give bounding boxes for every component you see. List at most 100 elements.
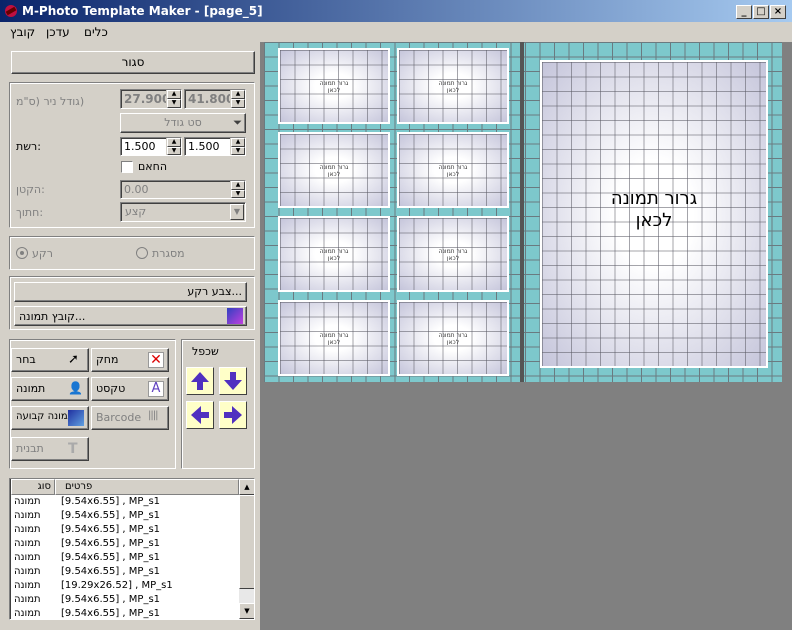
template-tool-label: תבנית xyxy=(16,442,44,455)
radio-frame[interactable] xyxy=(136,247,148,259)
list-item-details: [9.54x6.55] , MP_s1 xyxy=(61,510,161,521)
small-slot-text-line1: גרור תמונה xyxy=(319,332,349,339)
list-item-details: [9.54x6.55] , MP_s1 xyxy=(61,552,161,563)
list-item[interactable]: תמונה [9.54x6.55] , MP_s1 xyxy=(11,496,239,510)
grid-y-spinner[interactable]: ▲ ▼ xyxy=(230,138,245,155)
list-item[interactable]: תמונה [9.54x6.55] , MP_s1 xyxy=(11,566,239,580)
list-item[interactable]: תמונה [9.54x6.55] , MP_s1 xyxy=(11,510,239,524)
barcode-tool-label: Barcode xyxy=(96,411,142,424)
list-item-type: תמונה xyxy=(14,594,41,605)
fixed-image-tool-button[interactable]: תמונה קבועה xyxy=(11,406,89,430)
page-divider xyxy=(520,42,524,382)
paper-width-spinner[interactable]: ▲ ▼ xyxy=(166,90,181,108)
list-item-type: תמונה xyxy=(14,552,41,563)
scroll-down-button[interactable]: ▼ xyxy=(239,603,254,619)
menu-tools[interactable]: כלים xyxy=(84,25,108,39)
list-item-details: [9.54x6.55] , MP_s1 xyxy=(61,566,161,577)
delete-tool-button[interactable]: מחק ✕ xyxy=(91,348,169,372)
scroll-thumb[interactable] xyxy=(239,495,254,589)
minimize-button[interactable]: _ xyxy=(736,5,752,19)
small-photo-slot[interactable]: גרור תמונה לכאן xyxy=(278,132,390,208)
list-item-type: תמונה xyxy=(14,566,41,577)
small-slot-text-line1: גרור תמונה xyxy=(438,164,468,171)
small-photo-slot[interactable]: גרור תמונה לכאן xyxy=(397,132,509,208)
size-set-select[interactable]: סט גודל ⏷ xyxy=(120,113,246,133)
list-item[interactable]: תמונה [19.29x26.52] , MP_s1 xyxy=(11,580,239,594)
maximize-button[interactable]: □ xyxy=(753,5,769,19)
menu-bar: קובץ עדכן כלים xyxy=(0,22,792,42)
list-item-type: תמונה xyxy=(14,538,41,549)
bg-color-button[interactable]: ...צבע רקע xyxy=(14,282,247,302)
grid-label: :רשת xyxy=(16,140,41,153)
zoom-label: :הקטן xyxy=(16,183,45,196)
zoom-spinner[interactable]: ▲ ▼ xyxy=(230,181,245,198)
small-slot-text-line1: גרור תמונה xyxy=(319,164,349,171)
cursor-icon: ➚ xyxy=(68,352,79,367)
scroll-up-button[interactable]: ▲ xyxy=(239,479,254,495)
list-item[interactable]: תמונה [9.54x6.55] , MP_s1 xyxy=(11,608,239,619)
template-tool-button[interactable]: תבנית T xyxy=(11,437,89,461)
duplicate-left-button[interactable] xyxy=(186,401,214,429)
list-item-type: תמונה xyxy=(14,496,41,507)
list-item[interactable]: תמונה [9.54x6.55] , MP_s1 xyxy=(11,524,239,538)
arrow-left-icon xyxy=(191,406,209,424)
small-slot-text-line2: לכאן xyxy=(446,339,460,346)
menu-update[interactable]: עדכן xyxy=(46,25,70,39)
close-window-button[interactable]: × xyxy=(770,5,786,19)
list-item-details: [9.54x6.55] , MP_s1 xyxy=(61,608,161,619)
small-photo-slot[interactable]: גרור תמונה לכאן xyxy=(278,300,390,376)
canvas-area[interactable]: גרור תמונה לכאן גרור תמונה לכאן גרור תמונה לכ… xyxy=(260,42,792,630)
list-item[interactable]: תמונה [9.54x6.55] , MP_s1 xyxy=(11,538,239,552)
close-button[interactable]: סגור xyxy=(11,51,255,74)
menu-file[interactable]: קובץ xyxy=(10,25,35,39)
cut-value: קצע xyxy=(125,205,147,218)
small-slot-text-line1: גרור תמונה xyxy=(319,248,349,255)
radio-background-label: רקע xyxy=(32,247,53,260)
small-photo-slot[interactable]: גרור תמונה לכאן xyxy=(397,48,509,124)
image-file-button[interactable]: ...קובץ תמונה xyxy=(14,306,247,326)
fixed-image-tool-label: תמונה קבועה xyxy=(16,411,75,422)
small-slot-text-line2: לכאן xyxy=(327,87,341,94)
small-slot-text-line2: לכאן xyxy=(327,339,341,346)
zoom-input[interactable]: 0.00 xyxy=(120,180,246,199)
template-page[interactable]: גרור תמונה לכאן גרור תמונה לכאן גרור תמונה לכ… xyxy=(264,42,782,382)
duplicate-down-button[interactable] xyxy=(219,367,247,395)
title-bar: M-Photo Template Maker - [page_5] _ □ × xyxy=(0,0,792,22)
small-photo-slot[interactable]: גרור תמונה לכאן xyxy=(278,48,390,124)
select-tool-button[interactable]: בחר ➚ xyxy=(11,348,89,372)
image-icon xyxy=(227,308,243,324)
list-scrollbar[interactable]: ▲ ▼ xyxy=(239,479,254,619)
duplicate-right-button[interactable] xyxy=(219,401,247,429)
column-header-details[interactable]: פרטים xyxy=(55,479,239,495)
image-file-label: ...קובץ תמונה xyxy=(19,310,86,323)
small-slot-text-line2: לכאן xyxy=(327,171,341,178)
large-slot-text-line2: לכאן xyxy=(635,210,673,231)
elements-list[interactable]: סוג פרטים תמונה [9.54x6.55] , MP_s1 תמונה [… xyxy=(9,478,255,620)
small-photo-slot[interactable]: גרור תמונה לכאן xyxy=(397,300,509,376)
paper-height-spinner[interactable]: ▲ ▼ xyxy=(230,90,245,108)
barcode-tool-button[interactable]: Barcode |||| xyxy=(91,406,169,430)
chevron-down-icon: ▼ xyxy=(230,204,244,220)
cut-label: :חתוך xyxy=(16,206,44,219)
window-title: M-Photo Template Maker - [page_5] xyxy=(22,4,263,18)
delete-x-icon: ✕ xyxy=(148,352,164,368)
list-item-details: [19.29x26.52] , MP_s1 xyxy=(61,580,173,591)
text-tool-button[interactable]: טקסט A xyxy=(91,377,169,401)
person-icon: 👤 xyxy=(68,381,83,395)
column-header-type[interactable]: סוג xyxy=(11,479,55,495)
large-photo-slot[interactable]: גרור תמונה לכאן xyxy=(540,60,768,368)
small-slot-text-line2: לכאן xyxy=(446,255,460,262)
small-photo-slot[interactable]: גרור תמונה לכאן xyxy=(397,216,509,292)
list-item[interactable]: תמונה [9.54x6.55] , MP_s1 xyxy=(11,552,239,566)
cut-select[interactable]: קצע ▼ xyxy=(120,202,246,222)
snap-checkbox[interactable] xyxy=(121,161,133,173)
small-photo-slot[interactable]: גרור תמונה לכאן xyxy=(278,216,390,292)
duplicate-up-button[interactable] xyxy=(186,367,214,395)
image-tool-button[interactable]: תמונה 👤 xyxy=(11,377,89,401)
list-item-type: תמונה xyxy=(14,580,41,591)
small-slot-text-line1: גרור תמונה xyxy=(319,80,349,87)
list-item-details: [9.54x6.55] , MP_s1 xyxy=(61,524,161,535)
list-item[interactable]: תמונה [9.54x6.55] , MP_s1 xyxy=(11,594,239,608)
radio-background[interactable] xyxy=(16,247,28,259)
grid-x-spinner[interactable]: ▲ ▼ xyxy=(166,138,181,155)
